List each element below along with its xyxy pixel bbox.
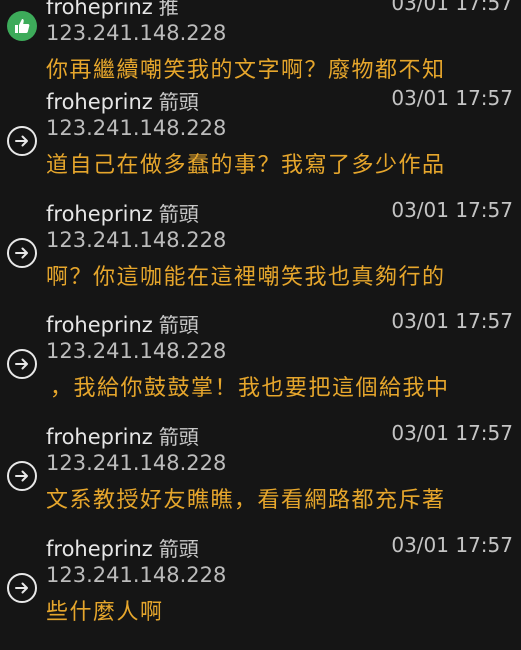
push-item: froheprinz 箭頭 03/01 17:57 123.241.148.228… <box>0 86 521 203</box>
push-username[interactable]: froheprinz <box>46 0 153 19</box>
push-time: 03/01 17:57 <box>391 198 513 222</box>
thumbs-up-icon <box>7 11 37 41</box>
push-item: froheprinz 箭頭 03/01 17:57 123.241.148.228… <box>0 533 521 650</box>
push-content: 你再繼續嘲笑我的文字啊？廢物都不知 <box>46 58 446 83</box>
push-tag: 箭頭 <box>158 90 199 114</box>
arrow-right-icon <box>7 238 37 268</box>
push-ip: 123.241.148.228 <box>46 451 227 475</box>
push-content: 啊？你這咖能在這裡嘲笑我也真夠行的 <box>46 265 446 290</box>
arrow-right-icon <box>7 461 37 491</box>
push-ip: 123.241.148.228 <box>46 116 227 140</box>
arrow-right-icon <box>7 126 37 156</box>
push-content: ，我給你鼓鼓掌！我也要把這個給我中 <box>50 376 450 401</box>
push-username[interactable]: froheprinz <box>46 90 153 114</box>
push-ip: 123.241.148.228 <box>46 563 227 587</box>
push-time: 03/01 17:57 <box>391 309 513 333</box>
push-item: froheprinz 箭頭 03/01 17:57 123.241.148.228… <box>0 309 521 426</box>
push-username[interactable]: froheprinz <box>46 202 153 226</box>
push-tag: 箭頭 <box>158 202 199 226</box>
push-ip: 123.241.148.228 <box>46 21 227 45</box>
push-item: froheprinz 箭頭 03/01 17:57 123.241.148.228… <box>0 198 521 315</box>
push-ip: 123.241.148.228 <box>46 339 227 363</box>
push-ip: 123.241.148.228 <box>46 228 227 252</box>
push-tag: 推 <box>158 0 179 19</box>
push-tag: 箭頭 <box>158 537 199 561</box>
push-content: 些什麼人啊 <box>46 600 164 625</box>
arrow-right-icon <box>7 349 37 379</box>
push-time: 03/01 17:57 <box>391 421 513 445</box>
push-time: 03/01 17:57 <box>391 86 513 110</box>
push-time: 03/01 17:57 <box>391 533 513 557</box>
push-content: 道自己在做多蠢的事？我寫了多少作品 <box>46 153 446 178</box>
push-content: 文系教授好友瞧瞧，看看網路都充斥著 <box>46 488 446 513</box>
push-item: froheprinz 箭頭 03/01 17:57 123.241.148.228… <box>0 421 521 538</box>
arrow-right-icon <box>7 573 37 603</box>
push-username[interactable]: froheprinz <box>46 537 153 561</box>
push-tag: 箭頭 <box>158 425 199 449</box>
push-time: 03/01 17:57 <box>391 0 513 15</box>
push-tag: 箭頭 <box>158 313 199 337</box>
push-username[interactable]: froheprinz <box>46 313 153 337</box>
push-username[interactable]: froheprinz <box>46 425 153 449</box>
